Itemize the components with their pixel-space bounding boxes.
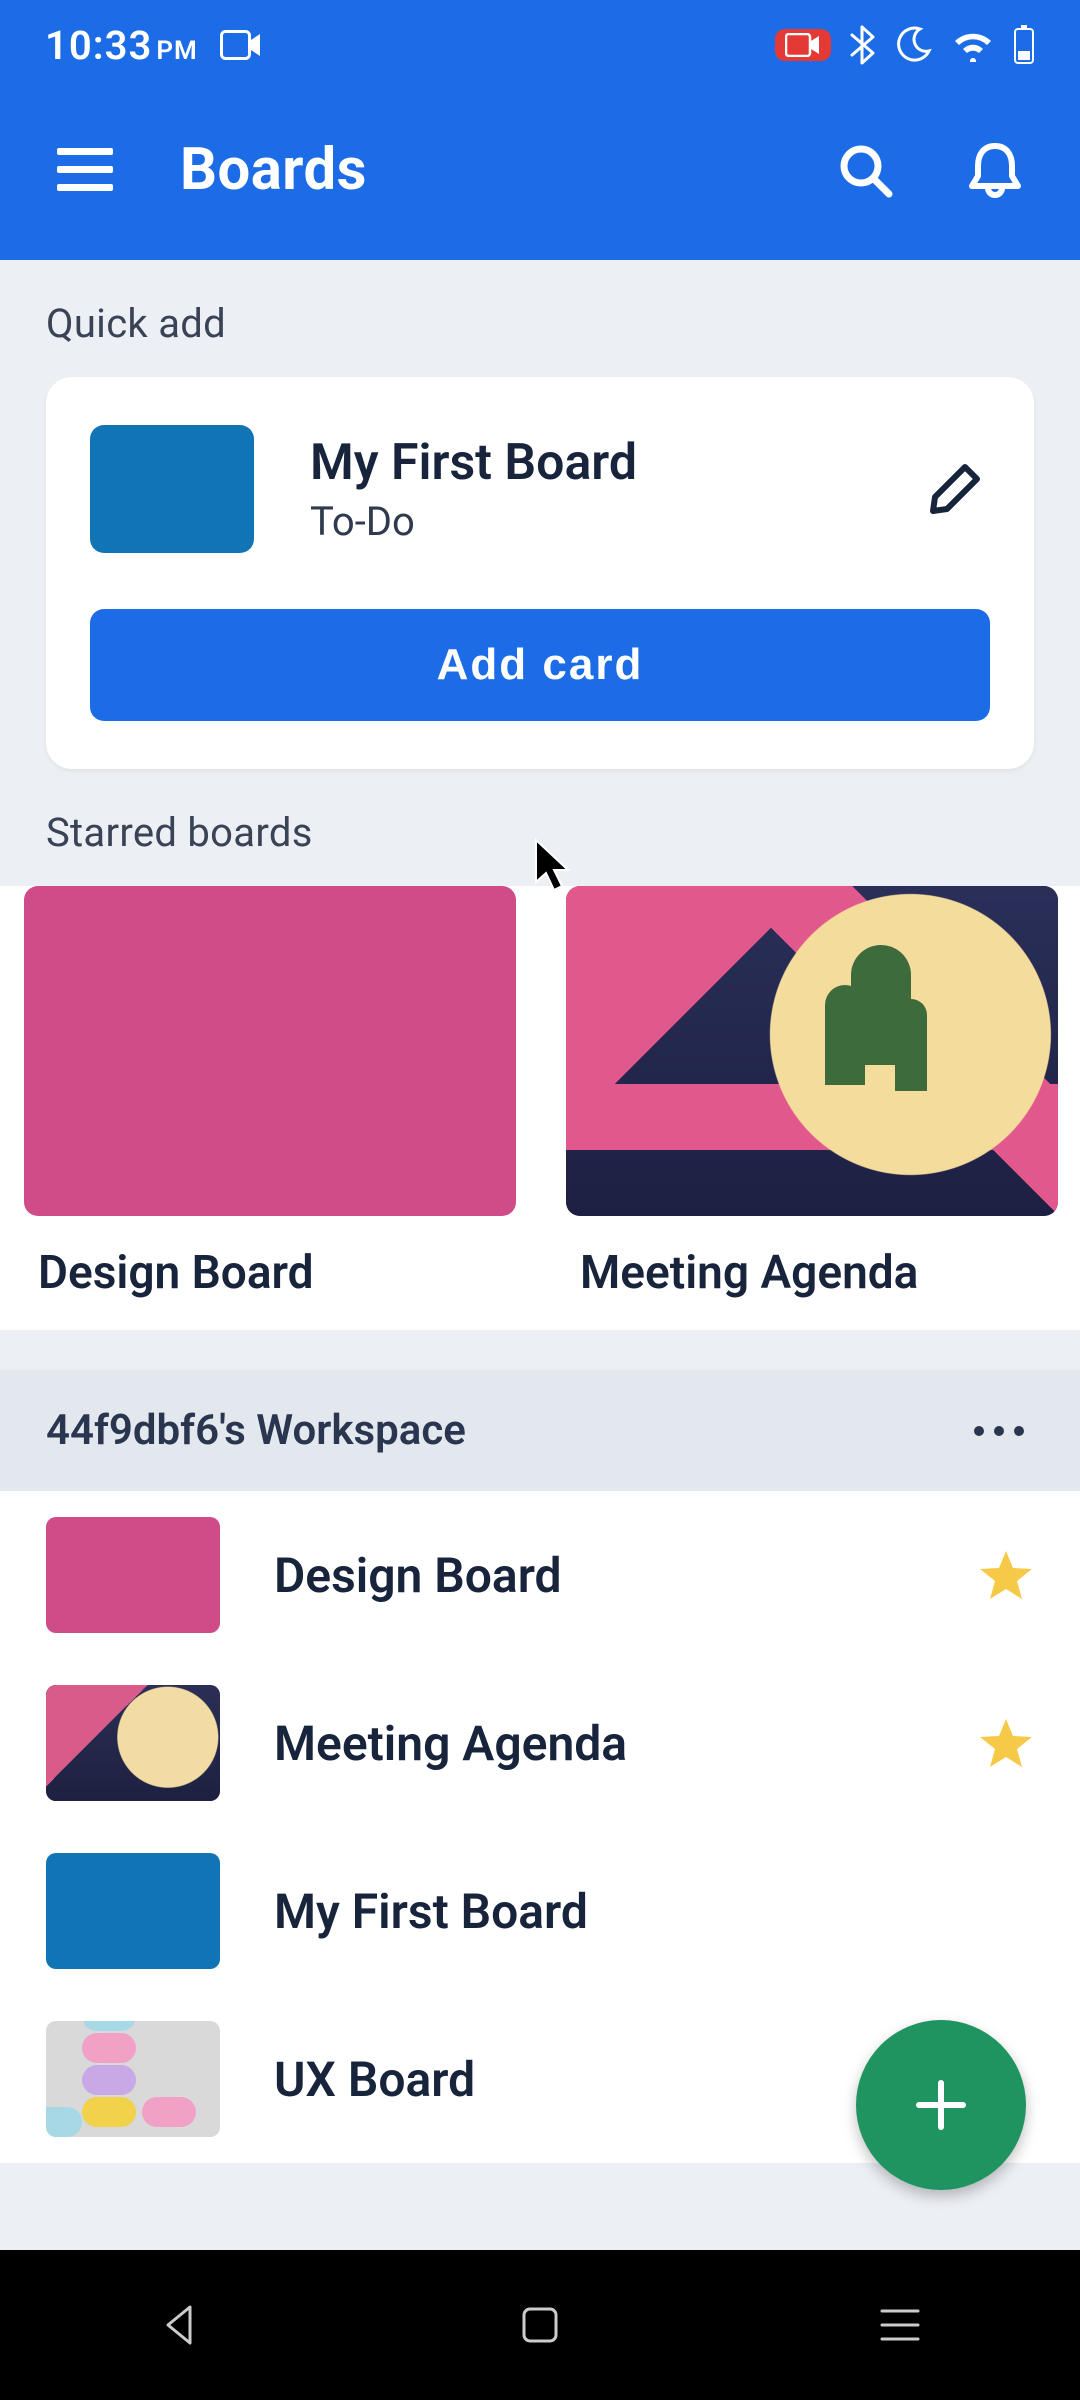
search-icon[interactable] bbox=[830, 135, 900, 205]
board-thumb bbox=[46, 1517, 220, 1633]
nav-back-icon[interactable] bbox=[120, 2285, 240, 2365]
bluetooth-icon bbox=[849, 25, 875, 65]
starred-boards-label: Starred boards bbox=[0, 769, 1080, 886]
wifi-icon bbox=[951, 28, 995, 62]
star-icon[interactable] bbox=[978, 1715, 1034, 1771]
quick-add-row[interactable]: My First Board To-Do bbox=[90, 425, 990, 553]
moon-icon bbox=[893, 25, 933, 65]
board-row[interactable]: Design Board bbox=[0, 1491, 1080, 1659]
board-name: Meeting Agenda bbox=[566, 1246, 1058, 1300]
board-thumb bbox=[24, 886, 516, 1216]
status-right bbox=[775, 25, 1035, 65]
quick-add-board-thumb bbox=[90, 425, 254, 553]
record-badge-icon bbox=[775, 29, 831, 61]
status-bar: 10:33PM bbox=[0, 0, 1080, 90]
quick-add-board-name: My First Board bbox=[310, 434, 864, 492]
page-title: Boards bbox=[180, 136, 770, 204]
board-name: Meeting Agenda bbox=[274, 1715, 924, 1772]
board-thumb bbox=[46, 1853, 220, 1969]
quick-add-list-name: To-Do bbox=[310, 498, 864, 545]
workspace-title: 44f9dbf6's Workspace bbox=[46, 1406, 466, 1455]
nav-home-icon[interactable] bbox=[480, 2285, 600, 2365]
more-icon[interactable] bbox=[964, 1411, 1034, 1451]
status-left: 10:33PM bbox=[45, 22, 262, 69]
starred-board-item[interactable]: Meeting Agenda bbox=[566, 886, 1058, 1300]
quick-add-card: My First Board To-Do Add card bbox=[46, 377, 1034, 769]
starred-boards-list[interactable]: Design Board Meeting Agenda bbox=[0, 886, 1080, 1330]
board-row[interactable]: Meeting Agenda bbox=[0, 1659, 1080, 1827]
board-thumb bbox=[46, 1685, 220, 1801]
board-name: Design Board bbox=[274, 1547, 924, 1604]
nav-recent-icon[interactable] bbox=[840, 2285, 960, 2365]
quick-add-titles: My First Board To-Do bbox=[310, 434, 864, 545]
quick-add-label: Quick add bbox=[0, 260, 1080, 377]
menu-icon[interactable] bbox=[50, 135, 120, 205]
board-name: My First Board bbox=[274, 1883, 1034, 1940]
workspace-header[interactable]: 44f9dbf6's Workspace bbox=[0, 1370, 1080, 1491]
status-time-ampm: PM bbox=[156, 36, 197, 66]
starred-board-item[interactable]: Design Board bbox=[24, 886, 516, 1300]
add-card-button[interactable]: Add card bbox=[90, 609, 990, 721]
app-bar: Boards bbox=[0, 90, 1080, 260]
status-time-value: 10:33 bbox=[45, 22, 152, 69]
notifications-icon[interactable] bbox=[960, 135, 1030, 205]
edit-icon[interactable] bbox=[920, 454, 990, 524]
board-thumb bbox=[566, 886, 1058, 1216]
battery-icon bbox=[1013, 25, 1035, 65]
board-name: Design Board bbox=[24, 1246, 516, 1300]
screencast-icon bbox=[220, 30, 262, 60]
system-nav-bar bbox=[0, 2250, 1080, 2400]
board-row[interactable]: My First Board bbox=[0, 1827, 1080, 1995]
star-icon[interactable] bbox=[978, 1547, 1034, 1603]
board-thumb bbox=[46, 2021, 220, 2137]
add-board-fab[interactable] bbox=[856, 2020, 1026, 2190]
status-time: 10:33PM bbox=[45, 22, 198, 69]
